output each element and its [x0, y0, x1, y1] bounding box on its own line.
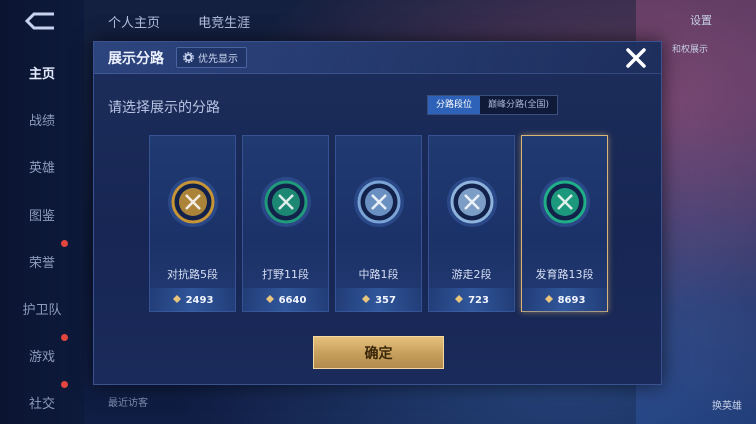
nav-item-record[interactable]: 战绩: [0, 110, 84, 129]
dialog-subtitle: 请选择展示的分路: [108, 100, 220, 116]
lane-card[interactable]: 对抗路5段 2493: [149, 135, 236, 312]
dialog-title: 展示分路: [108, 51, 164, 67]
nav-item-catalog[interactable]: 图鉴: [0, 205, 84, 224]
lane-card[interactable]: 游走2段 723: [428, 135, 515, 312]
recent-visitors-label: 最近访客: [108, 398, 148, 409]
lane-rank-label: 打野11段: [262, 268, 309, 281]
close-icon: [626, 48, 646, 68]
lane-score-row: 8693: [522, 288, 607, 312]
score-icon: [361, 294, 371, 307]
nav-notification-dot: [61, 240, 68, 247]
lane-rank-label: 游走2段: [451, 268, 492, 281]
lane-score: 8693: [557, 294, 586, 306]
nav-notification-dot: [61, 334, 68, 341]
tab-profile[interactable]: 个人主页: [108, 16, 160, 31]
confirm-button[interactable]: 确定: [313, 336, 444, 369]
score-icon: [265, 294, 275, 307]
nav-item-games[interactable]: 游戏: [0, 346, 84, 365]
tab-peak-lane-national[interactable]: 巅峰分路(全国): [480, 96, 557, 114]
nav-item-social[interactable]: 社交: [0, 393, 84, 412]
roam-badge-icon: [446, 176, 498, 228]
close-button[interactable]: [623, 45, 649, 71]
lane-rank-label: 中路1段: [358, 268, 399, 281]
lane-score-row: 6640: [243, 288, 328, 312]
nav-notification-dot: [61, 381, 68, 388]
lane-score: 723: [468, 294, 489, 306]
profile-tabs: 个人主页 电竞生涯: [108, 12, 284, 31]
farm-lane-badge-icon: [539, 176, 591, 228]
nav-item-guard[interactable]: 护卫队: [0, 299, 84, 318]
tab-esports[interactable]: 电竞生涯: [198, 16, 250, 31]
lane-card[interactable]: 中路1段 357: [335, 135, 422, 312]
lane-card[interactable]: 发育路13段 8693: [521, 135, 608, 312]
nav-item-honor[interactable]: 荣誉: [0, 252, 84, 271]
lane-score-row: 2493: [150, 288, 235, 312]
lane-card[interactable]: 打野11段 6640: [242, 135, 329, 312]
lane-rank-label: 发育路13段: [535, 268, 594, 281]
nav-item-heroes[interactable]: 英雄: [0, 157, 84, 176]
rights-display-chip[interactable]: 和权展示: [672, 42, 708, 55]
jungle-badge-icon: [260, 176, 312, 228]
gear-icon: [183, 52, 194, 63]
lane-display-dialog: 展示分路 优先显示 请选择展示的分路 分路段位 巅峰分路(全国) 对抗路5段 2…: [93, 41, 662, 385]
score-icon: [544, 294, 554, 307]
priority-display-label: 优先显示: [198, 54, 238, 65]
score-icon: [172, 294, 182, 307]
lane-score: 357: [375, 294, 396, 306]
lane-score-row: 357: [336, 288, 421, 312]
score-icon: [454, 294, 464, 307]
lane-score: 2493: [185, 294, 214, 306]
mid-lane-badge-icon: [353, 176, 405, 228]
back-icon[interactable]: [24, 10, 60, 32]
lane-rank-label: 对抗路5段: [167, 268, 218, 281]
lane-score: 6640: [278, 294, 307, 306]
settings-chip[interactable]: 设置: [690, 12, 712, 28]
nav-item-home[interactable]: 主页: [0, 63, 84, 82]
left-nav: 主页 战绩 英雄 图鉴 荣誉 护卫队 游戏 社交: [0, 0, 84, 424]
lane-mode-toggle: 分路段位 巅峰分路(全国): [427, 95, 559, 115]
dialog-header: 展示分路 优先显示: [94, 42, 661, 74]
change-hero-chip[interactable]: 换英雄: [712, 397, 742, 412]
lane-card-list: 对抗路5段 2493 打野11段 6640 中路1段 357 游走2段 723 …: [149, 135, 609, 312]
priority-display-button[interactable]: 优先显示: [176, 47, 247, 68]
lane-score-row: 723: [429, 288, 514, 312]
clash-lane-badge-icon: [167, 176, 219, 228]
tab-lane-rank[interactable]: 分路段位: [428, 96, 481, 114]
